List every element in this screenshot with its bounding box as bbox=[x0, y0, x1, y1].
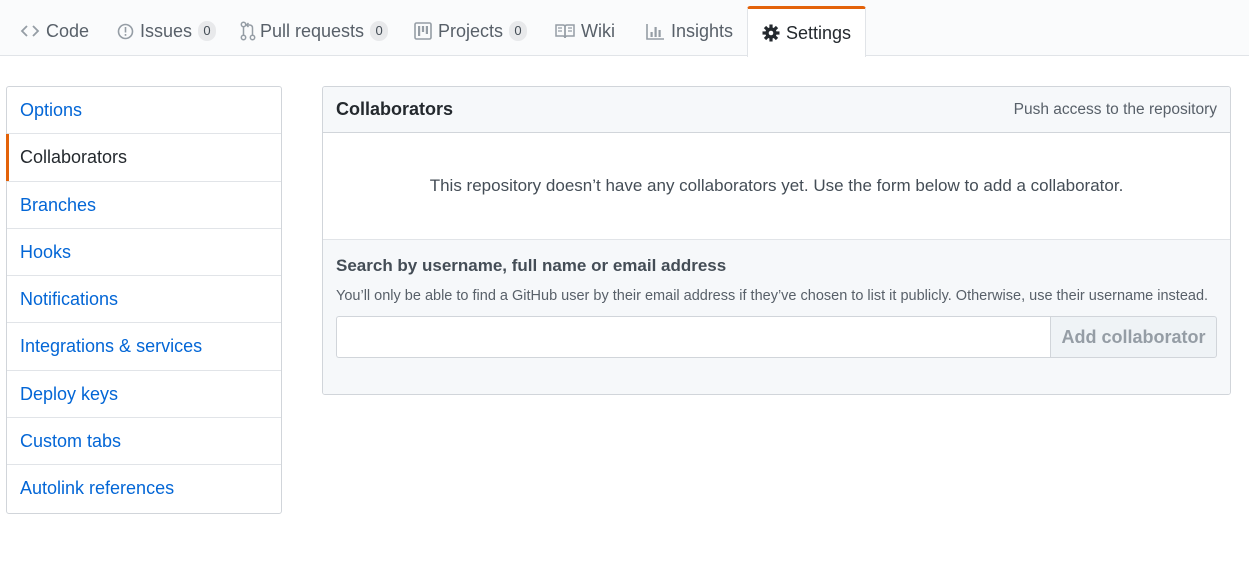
menu-item-deploy-keys[interactable]: Deploy keys bbox=[7, 371, 281, 419]
tab-settings[interactable]: Settings bbox=[747, 6, 867, 57]
tab-issues[interactable]: Issues 0 bbox=[117, 6, 217, 56]
collaborators-box: Collaborators Push access to the reposit… bbox=[322, 86, 1231, 395]
empty-collaborators-message: This repository doesn’t have any collabo… bbox=[323, 133, 1230, 240]
collaborators-header: Collaborators Push access to the reposit… bbox=[323, 87, 1230, 133]
menu-item-autolink-references[interactable]: Autolink references bbox=[7, 465, 281, 512]
tab-wiki[interactable]: Wiki bbox=[555, 6, 615, 56]
tab-label: Settings bbox=[786, 22, 852, 43]
menu-item-integrations-services[interactable]: Integrations & services bbox=[7, 323, 281, 371]
add-collaborator-form: Search by username, full name or email a… bbox=[323, 240, 1230, 394]
project-icon bbox=[414, 22, 432, 40]
pull-request-icon bbox=[240, 21, 256, 41]
push-access-note: Push access to the repository bbox=[1013, 100, 1217, 118]
tab-label: Issues bbox=[140, 20, 193, 41]
menu-item-collaborators[interactable]: Collaborators bbox=[6, 134, 281, 182]
collaborator-search-input[interactable] bbox=[336, 316, 1050, 358]
menu-item-branches[interactable]: Branches bbox=[7, 182, 281, 229]
issues-counter: 0 bbox=[198, 21, 217, 41]
search-note: You’ll only be able to find a GitHub use… bbox=[336, 288, 1209, 304]
graph-icon bbox=[646, 23, 665, 40]
menu-item-custom-tabs[interactable]: Custom tabs bbox=[7, 418, 281, 466]
search-label: Search by username, full name or email a… bbox=[336, 256, 727, 275]
tab-code[interactable]: Code bbox=[20, 6, 89, 56]
issue-icon bbox=[117, 23, 134, 40]
tab-pull-requests[interactable]: Pull requests 0 bbox=[240, 6, 389, 56]
menu-item-notifications[interactable]: Notifications bbox=[7, 276, 281, 324]
settings-menu: Options Collaborators Branches Hooks Not… bbox=[6, 86, 282, 514]
tab-label: Insights bbox=[671, 20, 734, 41]
tab-label: Wiki bbox=[581, 20, 615, 41]
repo-nav: Code Issues 0 Pull requests 0 Projects 0… bbox=[0, 0, 1249, 57]
tab-label: Pull requests bbox=[260, 20, 365, 41]
empty-message-text: This repository doesn’t have any collabo… bbox=[429, 176, 1124, 195]
tab-insights[interactable]: Insights bbox=[646, 6, 733, 56]
gear-icon bbox=[762, 24, 780, 42]
menu-item-hooks[interactable]: Hooks bbox=[7, 229, 281, 277]
add-collaborator-button[interactable]: Add collaborator bbox=[1050, 316, 1217, 358]
collaborators-title: Collaborators bbox=[336, 99, 454, 119]
tab-label: Projects bbox=[438, 20, 504, 41]
projects-counter: 0 bbox=[509, 21, 528, 41]
tab-projects[interactable]: Projects 0 bbox=[414, 6, 528, 56]
search-input-group: Add collaborator bbox=[336, 316, 1217, 358]
tab-label: Code bbox=[46, 20, 90, 41]
code-icon bbox=[20, 23, 40, 39]
menu-item-options[interactable]: Options bbox=[7, 87, 281, 135]
pull-requests-counter: 0 bbox=[370, 21, 389, 41]
book-icon bbox=[555, 23, 575, 39]
